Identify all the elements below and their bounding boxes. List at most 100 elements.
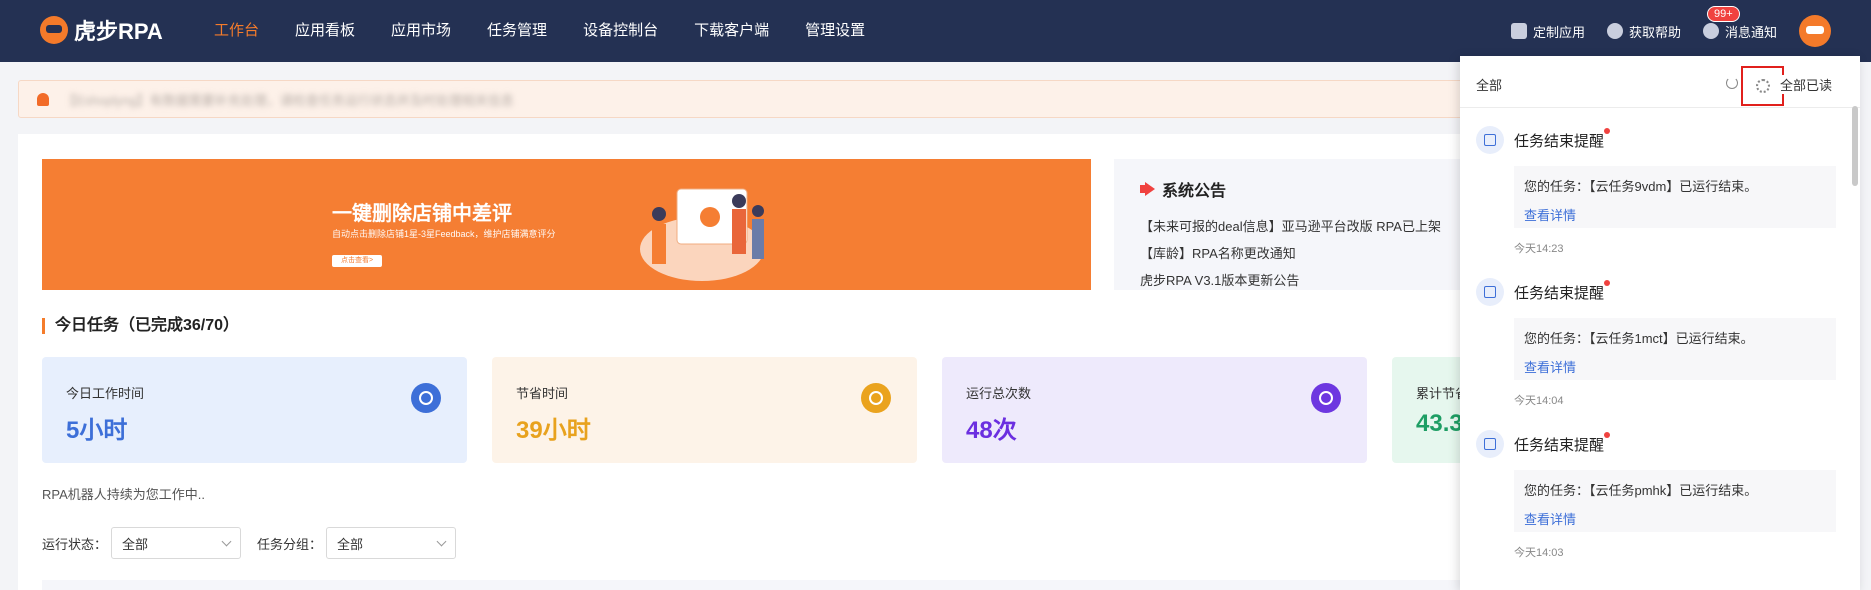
announcement-item[interactable]: 【未来可报的deal信息】亚马逊平台改版 RPA已上架 bbox=[1140, 213, 1452, 240]
task-check-icon bbox=[1476, 278, 1504, 306]
nav-admin-settings[interactable]: 管理设置 bbox=[787, 0, 883, 62]
task-table-header bbox=[42, 580, 1478, 590]
custom-app-link[interactable]: 定制应用 bbox=[1510, 22, 1585, 41]
user-avatar[interactable] bbox=[1799, 15, 1831, 47]
mark-all-read-button[interactable]: 全部已读 bbox=[1780, 75, 1833, 94]
stat-value: 48次 bbox=[966, 417, 1017, 444]
notification-body: 您的任务：【云任务1mct】已运行结束。 查看详情 bbox=[1514, 318, 1836, 380]
time-save-icon bbox=[861, 383, 891, 413]
view-details-link[interactable]: 查看详情 bbox=[1524, 205, 1826, 224]
unread-dot bbox=[1604, 431, 1611, 438]
task-check-icon bbox=[1476, 126, 1504, 154]
system-announcement: 系统公告 【未来可报的deal信息】亚马逊平台改版 RPA已上架 【库龄】RPA… bbox=[1114, 159, 1478, 290]
notification-body: 您的任务：【云任务9vdm】已运行结束。 查看详情 bbox=[1514, 166, 1836, 228]
edit-icon bbox=[1510, 23, 1527, 39]
notification-time: 今天14:04 bbox=[1514, 395, 1564, 407]
nav-app-board[interactable]: 应用看板 bbox=[277, 0, 373, 62]
notice-bell-icon bbox=[37, 92, 49, 106]
settings-button[interactable] bbox=[1741, 66, 1784, 106]
notification-title-wrap: 任务结束提醒 bbox=[1514, 431, 1611, 455]
notice-bar: 【Eshoplyng】有数据需要补充处理，请检查任务运行状态并及时处理相关信息 bbox=[18, 80, 1468, 118]
help-link[interactable]: 获取帮助 bbox=[1606, 22, 1681, 41]
banner-title: 一键删除店铺中差评 bbox=[332, 203, 512, 225]
group-filter-label: 任务分组： bbox=[257, 536, 323, 552]
notifications-link[interactable]: 99+ 消息通知 bbox=[1702, 5, 1777, 41]
notification-header: 任务结束提醒 bbox=[1476, 430, 1836, 458]
notifications-label: 消息通知 bbox=[1724, 24, 1777, 40]
app-logo[interactable]: 虎步RPA bbox=[40, 14, 163, 46]
tiger-logo-icon bbox=[40, 16, 68, 44]
clock-check-icon bbox=[411, 383, 441, 413]
banner-subtitle: 自动点击删除店铺1星-3星Feedback，维护店铺满意评分 bbox=[332, 229, 556, 239]
nav-device-console[interactable]: 设备控制台 bbox=[565, 0, 676, 62]
stat-label: 今日工作时间 bbox=[66, 386, 145, 401]
notification-title: 任务结束提醒 bbox=[1514, 132, 1605, 150]
banner-illustration bbox=[640, 188, 764, 281]
group-select-value: 全部 bbox=[337, 536, 364, 552]
top-navbar: 虎步RPA 工作台 应用看板 应用市场 任务管理 设备控制台 下载客户端 管理设… bbox=[0, 0, 1871, 62]
task-check-icon bbox=[1476, 430, 1504, 458]
stat-label: 节省时间 bbox=[516, 386, 569, 401]
status-filter-label: 运行状态： bbox=[42, 536, 108, 552]
notification-message: 您的任务：【云任务1mct】已运行结束。 bbox=[1524, 331, 1754, 346]
notification-item: 任务结束提醒 您的任务：【云任务1mct】已运行结束。 查看详情 今天14:04 bbox=[1476, 278, 1836, 408]
panel-header: 全部 全部已读 bbox=[1460, 56, 1860, 108]
notification-time: 今天14:23 bbox=[1514, 243, 1564, 255]
panel-tab-all[interactable]: 全部 bbox=[1476, 75, 1502, 94]
main-nav: 工作台 应用看板 应用市场 任务管理 设备控制台 下载客户端 管理设置 bbox=[196, 0, 883, 62]
megaphone-icon bbox=[1140, 182, 1158, 196]
nav-task-management[interactable]: 任务管理 bbox=[469, 0, 565, 62]
notification-panel: 全部 全部已读 任务结束提醒 您的任务：【云任务9vdm】已运行结束。 查看详情… bbox=[1460, 56, 1860, 590]
help-icon bbox=[1606, 23, 1623, 39]
unread-dot bbox=[1604, 279, 1611, 286]
status-select[interactable]: 全部 bbox=[111, 527, 242, 559]
promo-banner[interactable]: 一键删除店铺中差评 自动点击删除店铺1星-3星Feedback，维护店铺满意评分… bbox=[42, 159, 1091, 290]
run-count-icon bbox=[1311, 383, 1341, 413]
robot-status-text: RPA机器人持续为您工作中.. bbox=[42, 487, 205, 502]
workbench-main: 一键删除店铺中差评 自动点击删除店铺1星-3星Feedback，维护店铺满意评分… bbox=[18, 134, 1817, 590]
announcement-title: 系统公告 bbox=[1162, 183, 1227, 200]
chevron-down-icon bbox=[221, 536, 232, 546]
bell-icon bbox=[1702, 23, 1719, 39]
announcement-item[interactable]: 【库龄】RPA名称更改通知 bbox=[1140, 240, 1452, 267]
nav-workbench[interactable]: 工作台 bbox=[196, 0, 277, 62]
unread-dot bbox=[1604, 127, 1611, 134]
logo-text: 虎步RPA bbox=[74, 19, 163, 44]
notification-title-wrap: 任务结束提醒 bbox=[1514, 127, 1611, 151]
stat-card-saved-time: 节省时间 39小时 bbox=[492, 357, 917, 463]
notification-title-wrap: 任务结束提醒 bbox=[1514, 279, 1611, 303]
notification-message: 您的任务：【云任务pmhk】已运行结束。 bbox=[1524, 483, 1758, 498]
notification-body: 您的任务：【云任务pmhk】已运行结束。 查看详情 bbox=[1514, 470, 1836, 532]
panel-scrollbar[interactable] bbox=[1852, 106, 1858, 186]
stat-value: 39小时 bbox=[516, 417, 591, 444]
notification-time: 今天14:03 bbox=[1514, 547, 1564, 559]
notice-text: 【Eshoplyng】有数据需要补充处理，请检查任务运行状态并及时处理相关信息 bbox=[63, 92, 514, 108]
notification-header: 任务结束提醒 bbox=[1476, 278, 1836, 306]
nav-download-client[interactable]: 下载客户端 bbox=[676, 0, 787, 62]
custom-app-label: 定制应用 bbox=[1532, 24, 1585, 40]
gear-icon bbox=[1756, 79, 1770, 93]
announcement-header: 系统公告 bbox=[1140, 177, 1452, 201]
stat-label: 运行总次数 bbox=[966, 386, 1032, 401]
nav-app-market[interactable]: 应用市场 bbox=[373, 0, 469, 62]
view-details-link[interactable]: 查看详情 bbox=[1524, 357, 1826, 376]
group-select[interactable]: 全部 bbox=[326, 527, 457, 559]
banner-button[interactable]: 点击查看> bbox=[332, 255, 382, 267]
today-tasks-title: 今日任务（已完成36/70） bbox=[42, 318, 239, 334]
announcement-item[interactable]: 虎步RPA V3.1版本更新公告 bbox=[1140, 267, 1452, 290]
status-select-value: 全部 bbox=[122, 536, 149, 552]
notification-title: 任务结束提醒 bbox=[1514, 284, 1605, 302]
notification-item: 任务结束提醒 您的任务：【云任务9vdm】已运行结束。 查看详情 今天14:23 bbox=[1476, 126, 1836, 256]
chevron-down-icon bbox=[436, 536, 447, 546]
notification-badge: 99+ bbox=[1706, 5, 1740, 22]
help-label: 获取帮助 bbox=[1628, 24, 1681, 40]
stat-value: 5小时 bbox=[66, 417, 128, 444]
notification-title: 任务结束提醒 bbox=[1514, 436, 1605, 454]
task-filters: 运行状态： 全部 任务分组： 全部 bbox=[42, 527, 472, 559]
header-actions: 定制应用 获取帮助 99+ 消息通知 bbox=[1510, 0, 1871, 62]
stat-card-run-count: 运行总次数 48次 bbox=[942, 357, 1367, 463]
notification-header: 任务结束提醒 bbox=[1476, 126, 1836, 154]
notification-message: 您的任务：【云任务9vdm】已运行结束。 bbox=[1524, 179, 1758, 194]
view-details-link[interactable]: 查看详情 bbox=[1524, 509, 1826, 528]
refresh-icon[interactable] bbox=[1726, 77, 1738, 89]
